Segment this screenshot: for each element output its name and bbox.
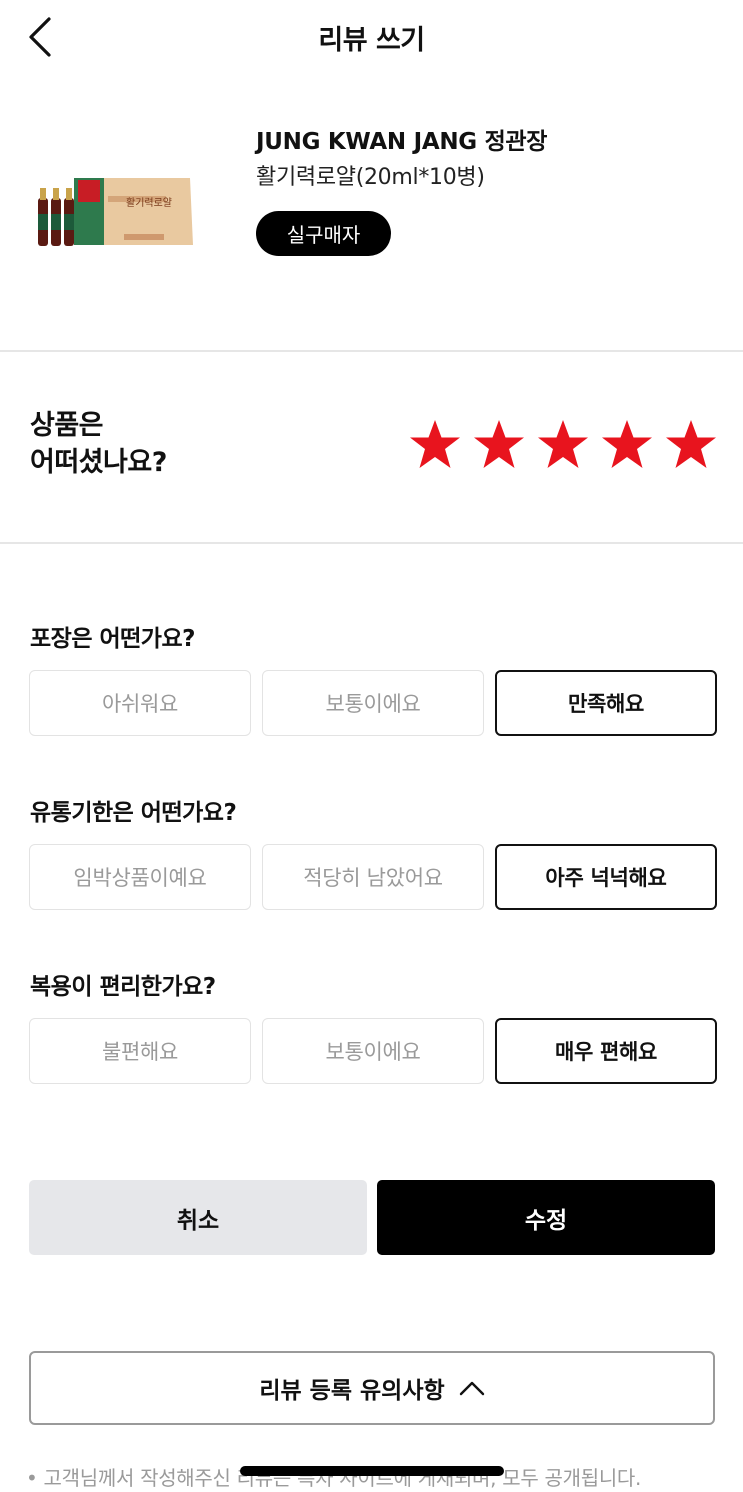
header: 리뷰 쓰기 [0, 0, 743, 72]
product-image: 활기력로얄 [38, 178, 193, 246]
home-indicator [240, 1466, 504, 1476]
option-button[interactable]: 불편해요 [29, 1018, 251, 1084]
question-convenience: 복용이 편리한가요? [30, 974, 216, 1000]
divider [0, 542, 743, 544]
option-button-selected[interactable]: 아주 넉넉해요 [495, 844, 717, 910]
page-title: 리뷰 쓰기 [318, 25, 425, 56]
option-button[interactable]: 보통이에요 [262, 670, 484, 736]
star-icon[interactable] [600, 418, 654, 472]
star-icon[interactable] [536, 418, 590, 472]
product-brand: JUNG KWAN JANG 정관장 [256, 129, 548, 155]
option-button-selected[interactable]: 매우 편해요 [495, 1018, 717, 1084]
product-box-label: 활기력로얄 [126, 196, 172, 209]
options-convenience: 불편해요 보통이에요 매우 편해요 [29, 1018, 717, 1084]
rating-question-line2: 어떠셨나요? [30, 447, 167, 478]
option-button[interactable]: 아쉬워요 [29, 670, 251, 736]
rating-question-line1: 상품은 [30, 410, 104, 441]
options-expiry: 임박상품이예요 적당히 남았어요 아주 넉넉해요 [29, 844, 717, 910]
option-button[interactable]: 적당히 남았어요 [262, 844, 484, 910]
review-notice-label: 리뷰 등록 유의사항 [259, 1378, 445, 1404]
form-actions: 취소 수정 [29, 1180, 715, 1255]
question-expiry: 유통기한은 어떤가요? [30, 800, 237, 826]
rating-question: 상품은 어떠셨나요? [30, 407, 167, 481]
option-button[interactable]: 임박상품이예요 [29, 844, 251, 910]
cancel-button[interactable]: 취소 [29, 1180, 367, 1255]
product-name: 활기력로얄(20ml*10병) [256, 165, 485, 190]
review-notice-toggle[interactable]: 리뷰 등록 유의사항 [29, 1351, 715, 1425]
chevron-up-icon [459, 1381, 484, 1396]
star-rating [408, 418, 718, 472]
star-icon[interactable] [472, 418, 526, 472]
verified-buyer-badge: 실구매자 [256, 211, 391, 256]
star-icon[interactable] [408, 418, 462, 472]
options-packaging: 아쉬워요 보통이에요 만족해요 [29, 670, 717, 736]
product-summary: 활기력로얄 JUNG KWAN JANG 정관장 활기력로얄(20ml*10병)… [0, 100, 743, 280]
question-packaging: 포장은 어떤가요? [30, 626, 195, 652]
star-icon[interactable] [664, 418, 718, 472]
edit-button[interactable]: 수정 [377, 1180, 715, 1255]
divider [0, 350, 743, 352]
option-button-selected[interactable]: 만족해요 [495, 670, 717, 736]
option-button[interactable]: 보통이에요 [262, 1018, 484, 1084]
